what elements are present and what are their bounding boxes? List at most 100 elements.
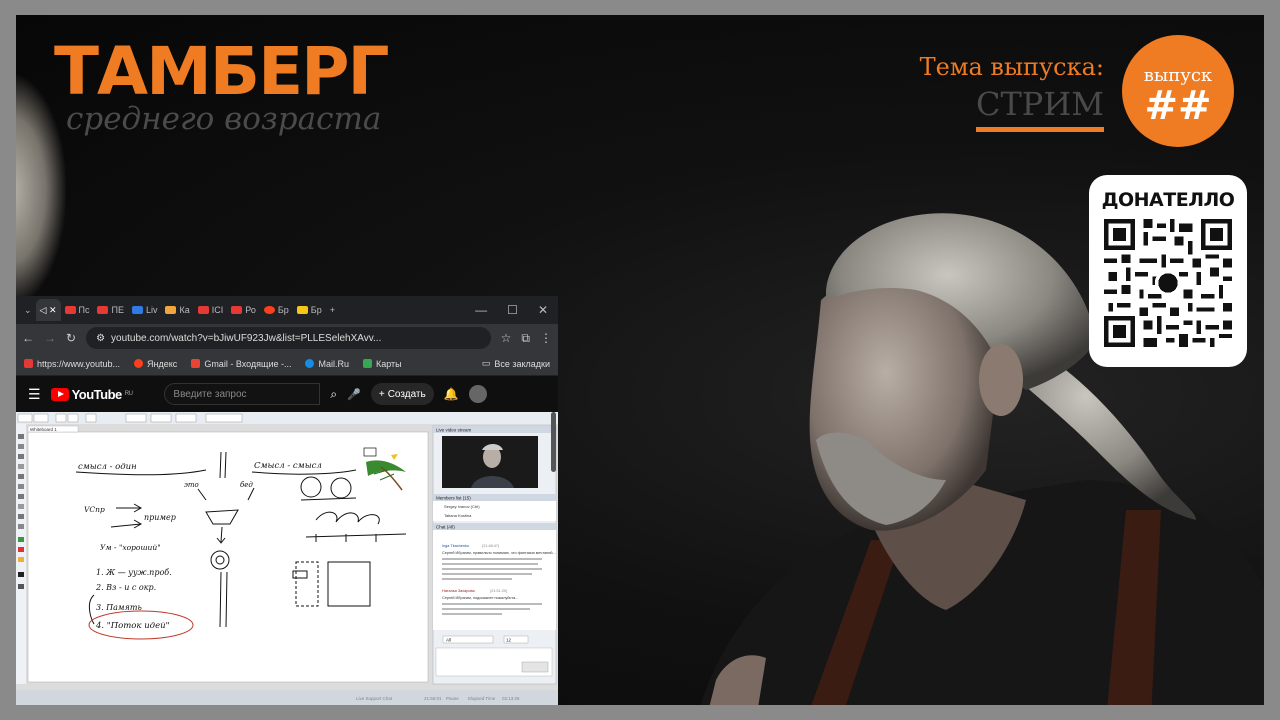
member-item[interactable]: Sergey Ivanov (Ctrl) bbox=[444, 504, 480, 509]
back-icon[interactable]: ← bbox=[22, 331, 34, 345]
svg-text:Chat (All): Chat (All) bbox=[436, 525, 455, 530]
bookmark-item[interactable]: https://www.youtub... bbox=[24, 359, 120, 369]
donate-card: ДОНАТЕЛЛО bbox=[1089, 175, 1247, 367]
browser-tab[interactable]: Ро bbox=[227, 299, 260, 321]
bookmark-item[interactable]: Mail.Ru bbox=[305, 359, 349, 369]
bell-icon[interactable]: 🔔 bbox=[444, 387, 459, 401]
svg-text:Смысл - смысл: Смысл - смысл bbox=[254, 461, 322, 471]
donate-title: ДОНАТЕЛЛО bbox=[1101, 189, 1235, 211]
chat-message: Сергей Ибрагим, правильно понимаю, что ф… bbox=[442, 551, 556, 555]
qr-code-icon bbox=[1104, 219, 1232, 347]
host-ear bbox=[979, 344, 1023, 416]
microphone-icon[interactable]: 🎤 bbox=[347, 388, 361, 401]
brand-title: ТАМБЕРГ bbox=[54, 33, 390, 110]
yandex-icon bbox=[134, 359, 144, 368]
video-content: Whiteboard 1 смысл - один Смысл - смысл … bbox=[16, 412, 558, 705]
hamburger-icon[interactable]: ☰ bbox=[28, 386, 41, 403]
search-icon[interactable]: ⌕ bbox=[330, 387, 337, 402]
svg-text:бед: бед bbox=[240, 481, 253, 489]
site-info-icon: ⚙ bbox=[96, 332, 106, 344]
close-icon[interactable]: ✕ bbox=[538, 303, 548, 317]
new-tab-button[interactable]: + bbox=[326, 299, 339, 321]
theme-value: СТРИМ bbox=[975, 85, 1104, 132]
page-icon bbox=[296, 306, 308, 314]
menu-icon[interactable]: ⋮ bbox=[540, 331, 552, 345]
chat-time: (21:51:20) bbox=[490, 589, 508, 593]
extensions-icon[interactable]: ⧉ bbox=[521, 331, 530, 346]
bookmark-item[interactable]: Яндекс bbox=[134, 359, 177, 369]
chat-author: Наталья Захарова bbox=[442, 589, 475, 593]
browser-tab-bar: ⌄ ◁ ✕ Пс ПЕ Liv Ка ICI Ро Бр Бр + — ☐ ✕ bbox=[16, 296, 558, 324]
plus-icon: + bbox=[378, 388, 385, 400]
minimize-icon[interactable]: — bbox=[475, 303, 487, 317]
window-controls: — ☐ ✕ bbox=[475, 303, 558, 317]
create-button[interactable]: + Создать bbox=[370, 383, 434, 405]
address-bar[interactable]: ⚙ youtube.com/watch?v=bJiwUF923Jw&list=P… bbox=[86, 327, 491, 349]
scrollbar[interactable] bbox=[551, 412, 556, 472]
browser-tab[interactable]: Бр bbox=[293, 299, 326, 321]
episode-badge: выпуск ## bbox=[1122, 35, 1234, 147]
svg-text:пример: пример bbox=[144, 513, 176, 522]
all-bookmarks[interactable]: ▭ Все закладки bbox=[482, 358, 550, 369]
episode-theme: Тема выпуска: СТРИМ bbox=[920, 53, 1104, 132]
svg-text:1. Ж — ууж.проб.: 1. Ж — ууж.проб. bbox=[96, 568, 172, 577]
youtube-icon bbox=[97, 306, 109, 314]
maps-icon bbox=[363, 359, 372, 368]
browser-tab[interactable]: Ка bbox=[161, 299, 193, 321]
send-button[interactable] bbox=[521, 661, 549, 673]
member-item[interactable]: Tatiana Kostina bbox=[444, 513, 472, 518]
gmail-icon bbox=[191, 359, 201, 368]
svg-text:это: это bbox=[184, 481, 199, 489]
wb-toolbar bbox=[16, 412, 558, 424]
brand-logo: ТАМБЕРГ среднего возраста bbox=[54, 33, 390, 138]
youtube-icon bbox=[24, 359, 33, 368]
chat-time: (21:48:47) bbox=[482, 544, 500, 548]
mailru-icon bbox=[305, 359, 315, 368]
maximize-icon[interactable]: ☐ bbox=[507, 303, 518, 317]
page-icon bbox=[165, 306, 177, 314]
tab-active[interactable]: ◁ ✕ bbox=[35, 299, 61, 321]
youtube-header: ☰ YouTube RU Введите запрос ⌕ 🎤 + Создать… bbox=[16, 376, 558, 412]
yandex-icon bbox=[263, 306, 275, 314]
wb-tab-label: Whiteboard 1 bbox=[30, 427, 57, 432]
bookmark-star-icon[interactable]: ☆ bbox=[501, 331, 512, 345]
chat-message: Сергей Ибрагим, подскажите пожалуйста... bbox=[442, 596, 518, 600]
bookmarks-bar: https://www.youtub... Яндекс Gmail - Вхо… bbox=[16, 352, 558, 376]
svg-text:12: 12 bbox=[506, 638, 512, 643]
youtube-icon bbox=[64, 306, 76, 314]
browser-tab[interactable]: Бр bbox=[260, 299, 293, 321]
whiteboard-app: Whiteboard 1 смысл - один Смысл - смысл … bbox=[16, 412, 558, 705]
bookmark-item[interactable]: Gmail - Входящие -... bbox=[191, 359, 291, 369]
svg-text:Live video stream: Live video stream bbox=[436, 428, 472, 433]
youtube-icon bbox=[197, 306, 209, 314]
forward-icon[interactable]: → bbox=[44, 331, 56, 345]
episode-number: ## bbox=[1144, 83, 1212, 129]
folder-icon: ▭ bbox=[481, 358, 491, 368]
screen-share: ⌄ ◁ ✕ Пс ПЕ Liv Ка ICI Ро Бр Бр + — ☐ ✕ … bbox=[16, 296, 558, 705]
svg-text:смысл - один: смысл - один bbox=[78, 462, 137, 472]
browser-tab[interactable]: Liv bbox=[128, 299, 162, 321]
youtube-icon bbox=[231, 306, 243, 314]
chat-author: Inga Tkachenko bbox=[442, 544, 469, 548]
bookmark-icon bbox=[131, 306, 143, 314]
svg-text:2. Вз - и с окр.: 2. Вз - и с окр. bbox=[95, 583, 156, 592]
stream-frame: ТАМБЕРГ среднего возраста Тема выпуска: … bbox=[16, 15, 1264, 705]
theme-label: Тема выпуска: bbox=[919, 53, 1104, 81]
youtube-play-icon bbox=[50, 387, 69, 401]
browser-tab[interactable]: ICI bbox=[194, 299, 228, 321]
browser-tab[interactable]: Пс bbox=[61, 299, 94, 321]
svg-text:VCпр: VCпр bbox=[84, 505, 105, 514]
bookmark-item[interactable]: Карты bbox=[363, 359, 402, 369]
youtube-search-input[interactable]: Введите запрос bbox=[164, 383, 321, 405]
svg-text:Ум - "хороший": Ум - "хороший" bbox=[100, 543, 161, 552]
tab-menu-button[interactable]: ⌄ bbox=[20, 299, 36, 321]
windows-taskbar bbox=[16, 690, 558, 705]
wb-tools bbox=[16, 424, 26, 684]
svg-text:4. "Поток идей": 4. "Поток идей" bbox=[95, 621, 170, 631]
avatar[interactable] bbox=[468, 385, 487, 403]
youtube-logo[interactable]: YouTube RU bbox=[50, 387, 133, 402]
reload-icon[interactable]: ↻ bbox=[66, 331, 76, 345]
brand-subtitle: среднего возраста bbox=[66, 101, 382, 137]
browser-tab[interactable]: ПЕ bbox=[93, 299, 127, 321]
browser-toolbar: ← → ↻ ⚙ youtube.com/watch?v=bJiwUF923Jw&… bbox=[16, 324, 558, 352]
